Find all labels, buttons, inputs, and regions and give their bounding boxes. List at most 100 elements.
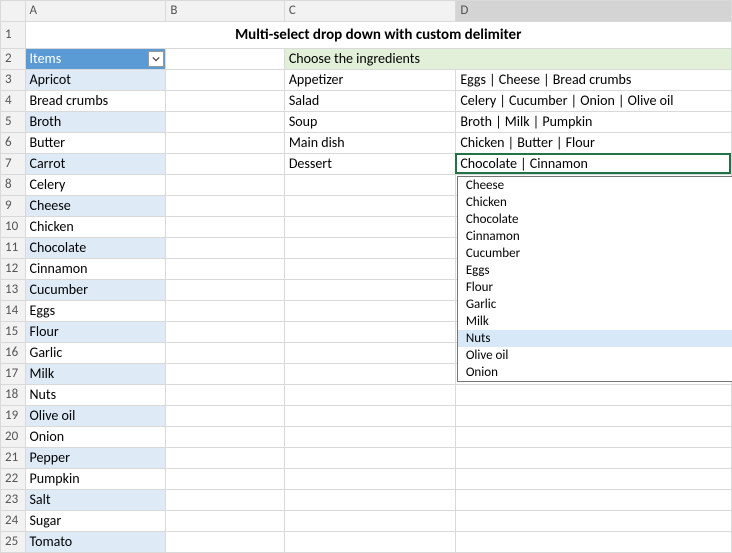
items-cell[interactable]: Sugar <box>25 511 166 532</box>
items-cell[interactable]: Milk <box>25 364 166 385</box>
ingredients-cell[interactable] <box>456 532 732 553</box>
row-header[interactable]: 3 <box>1 70 26 91</box>
row-header[interactable]: 13 <box>1 280 26 301</box>
dish-name-cell[interactable] <box>284 427 456 448</box>
cell[interactable] <box>166 49 284 70</box>
dish-name-cell[interactable] <box>284 259 456 280</box>
row-header[interactable]: 10 <box>1 217 26 238</box>
dish-name-cell[interactable] <box>284 490 456 511</box>
dish-name-cell[interactable] <box>284 469 456 490</box>
items-cell[interactable]: Apricot <box>25 70 166 91</box>
ingredients-cell[interactable] <box>456 511 732 532</box>
row-header[interactable]: 25 <box>1 532 26 553</box>
cell[interactable] <box>166 490 284 511</box>
items-cell[interactable]: Nuts <box>25 385 166 406</box>
items-cell[interactable]: Broth <box>25 112 166 133</box>
items-cell[interactable]: Pepper <box>25 448 166 469</box>
row-header[interactable]: 12 <box>1 259 26 280</box>
dish-name-cell[interactable] <box>284 364 456 385</box>
items-cell[interactable]: Celery <box>25 175 166 196</box>
items-cell[interactable]: Bread crumbs <box>25 91 166 112</box>
cell[interactable] <box>166 112 284 133</box>
dish-name-cell[interactable]: Appetizer <box>284 70 456 91</box>
ingredients-header[interactable]: Choose the ingredients <box>284 49 731 70</box>
dish-name-cell[interactable]: Main dish <box>284 133 456 154</box>
dish-name-cell[interactable] <box>284 217 456 238</box>
row-header[interactable]: 9 <box>1 196 26 217</box>
row-header[interactable]: 4 <box>1 91 26 112</box>
cell[interactable] <box>166 175 284 196</box>
cell[interactable] <box>166 385 284 406</box>
items-cell[interactable]: Chicken <box>25 217 166 238</box>
items-cell[interactable]: Garlic <box>25 343 166 364</box>
cell[interactable] <box>166 301 284 322</box>
cell[interactable] <box>166 511 284 532</box>
ingredients-cell[interactable] <box>456 448 732 469</box>
col-header-b[interactable]: B <box>166 1 284 22</box>
cell[interactable] <box>166 238 284 259</box>
dish-name-cell[interactable] <box>284 301 456 322</box>
dish-name-cell[interactable] <box>284 196 456 217</box>
row-header[interactable]: 15 <box>1 322 26 343</box>
cell[interactable] <box>166 364 284 385</box>
cell[interactable] <box>166 343 284 364</box>
items-cell[interactable]: Cucumber <box>25 280 166 301</box>
col-header-d[interactable]: D <box>456 1 732 22</box>
ingredients-cell[interactable]: Chicken | Butter | Flour <box>456 133 732 154</box>
dropdown-option[interactable]: Onion <box>458 364 732 381</box>
cell[interactable] <box>166 133 284 154</box>
items-cell[interactable]: Butter <box>25 133 166 154</box>
dropdown-option[interactable]: Eggs <box>458 262 732 279</box>
items-cell[interactable]: Tomato <box>25 532 166 553</box>
row-header[interactable]: 21 <box>1 448 26 469</box>
row-header[interactable]: 17 <box>1 364 26 385</box>
dropdown-option[interactable]: Garlic <box>458 296 732 313</box>
cell[interactable] <box>166 154 284 175</box>
items-cell[interactable]: Chocolate <box>25 238 166 259</box>
cell[interactable] <box>166 196 284 217</box>
cell[interactable] <box>166 427 284 448</box>
dish-name-cell[interactable]: Salad <box>284 91 456 112</box>
items-cell[interactable]: Carrot <box>25 154 166 175</box>
filter-dropdown-button[interactable] <box>148 51 164 67</box>
items-cell[interactable]: Pumpkin <box>25 469 166 490</box>
row-header[interactable]: 11 <box>1 238 26 259</box>
dropdown-option[interactable]: Milk <box>458 313 732 330</box>
ingredients-cell[interactable] <box>456 490 732 511</box>
cell[interactable] <box>166 322 284 343</box>
dropdown-option[interactable]: Olive oil <box>458 347 732 364</box>
dish-name-cell[interactable] <box>284 406 456 427</box>
dropdown-list[interactable]: CheeseChickenChocolateCinnamonCucumberEg… <box>457 176 732 382</box>
items-table-header[interactable]: Items <box>25 49 166 70</box>
cell[interactable] <box>166 91 284 112</box>
dish-name-cell[interactable] <box>284 385 456 406</box>
row-header[interactable]: 18 <box>1 385 26 406</box>
ingredients-cell[interactable]: Celery | Cucumber | Onion | Olive oil <box>456 91 732 112</box>
dish-name-cell[interactable] <box>284 532 456 553</box>
dish-name-cell[interactable] <box>284 280 456 301</box>
items-cell[interactable]: Olive oil <box>25 406 166 427</box>
dish-name-cell[interactable] <box>284 175 456 196</box>
ingredients-cell[interactable] <box>456 427 732 448</box>
cell[interactable] <box>166 406 284 427</box>
dropdown-option[interactable]: Chicken <box>458 194 732 211</box>
dropdown-option[interactable]: Cucumber <box>458 245 732 262</box>
dropdown-option[interactable]: Nuts <box>458 330 732 347</box>
cell[interactable] <box>166 217 284 238</box>
items-cell[interactable]: Flour <box>25 322 166 343</box>
cell[interactable] <box>166 448 284 469</box>
dish-name-cell[interactable] <box>284 511 456 532</box>
ingredients-cell[interactable]: Chocolate | Cinnamon <box>456 154 732 175</box>
dish-name-cell[interactable] <box>284 322 456 343</box>
cell[interactable] <box>166 70 284 91</box>
cell[interactable] <box>166 280 284 301</box>
ingredients-cell[interactable] <box>456 406 732 427</box>
dish-name-cell[interactable]: Dessert <box>284 154 456 175</box>
row-header[interactable]: 2 <box>1 49 26 70</box>
items-cell[interactable]: Salt <box>25 490 166 511</box>
cell[interactable] <box>166 259 284 280</box>
row-header[interactable]: 7 <box>1 154 26 175</box>
row-header[interactable]: 1 <box>1 22 26 49</box>
row-header[interactable]: 6 <box>1 133 26 154</box>
cell[interactable] <box>166 532 284 553</box>
